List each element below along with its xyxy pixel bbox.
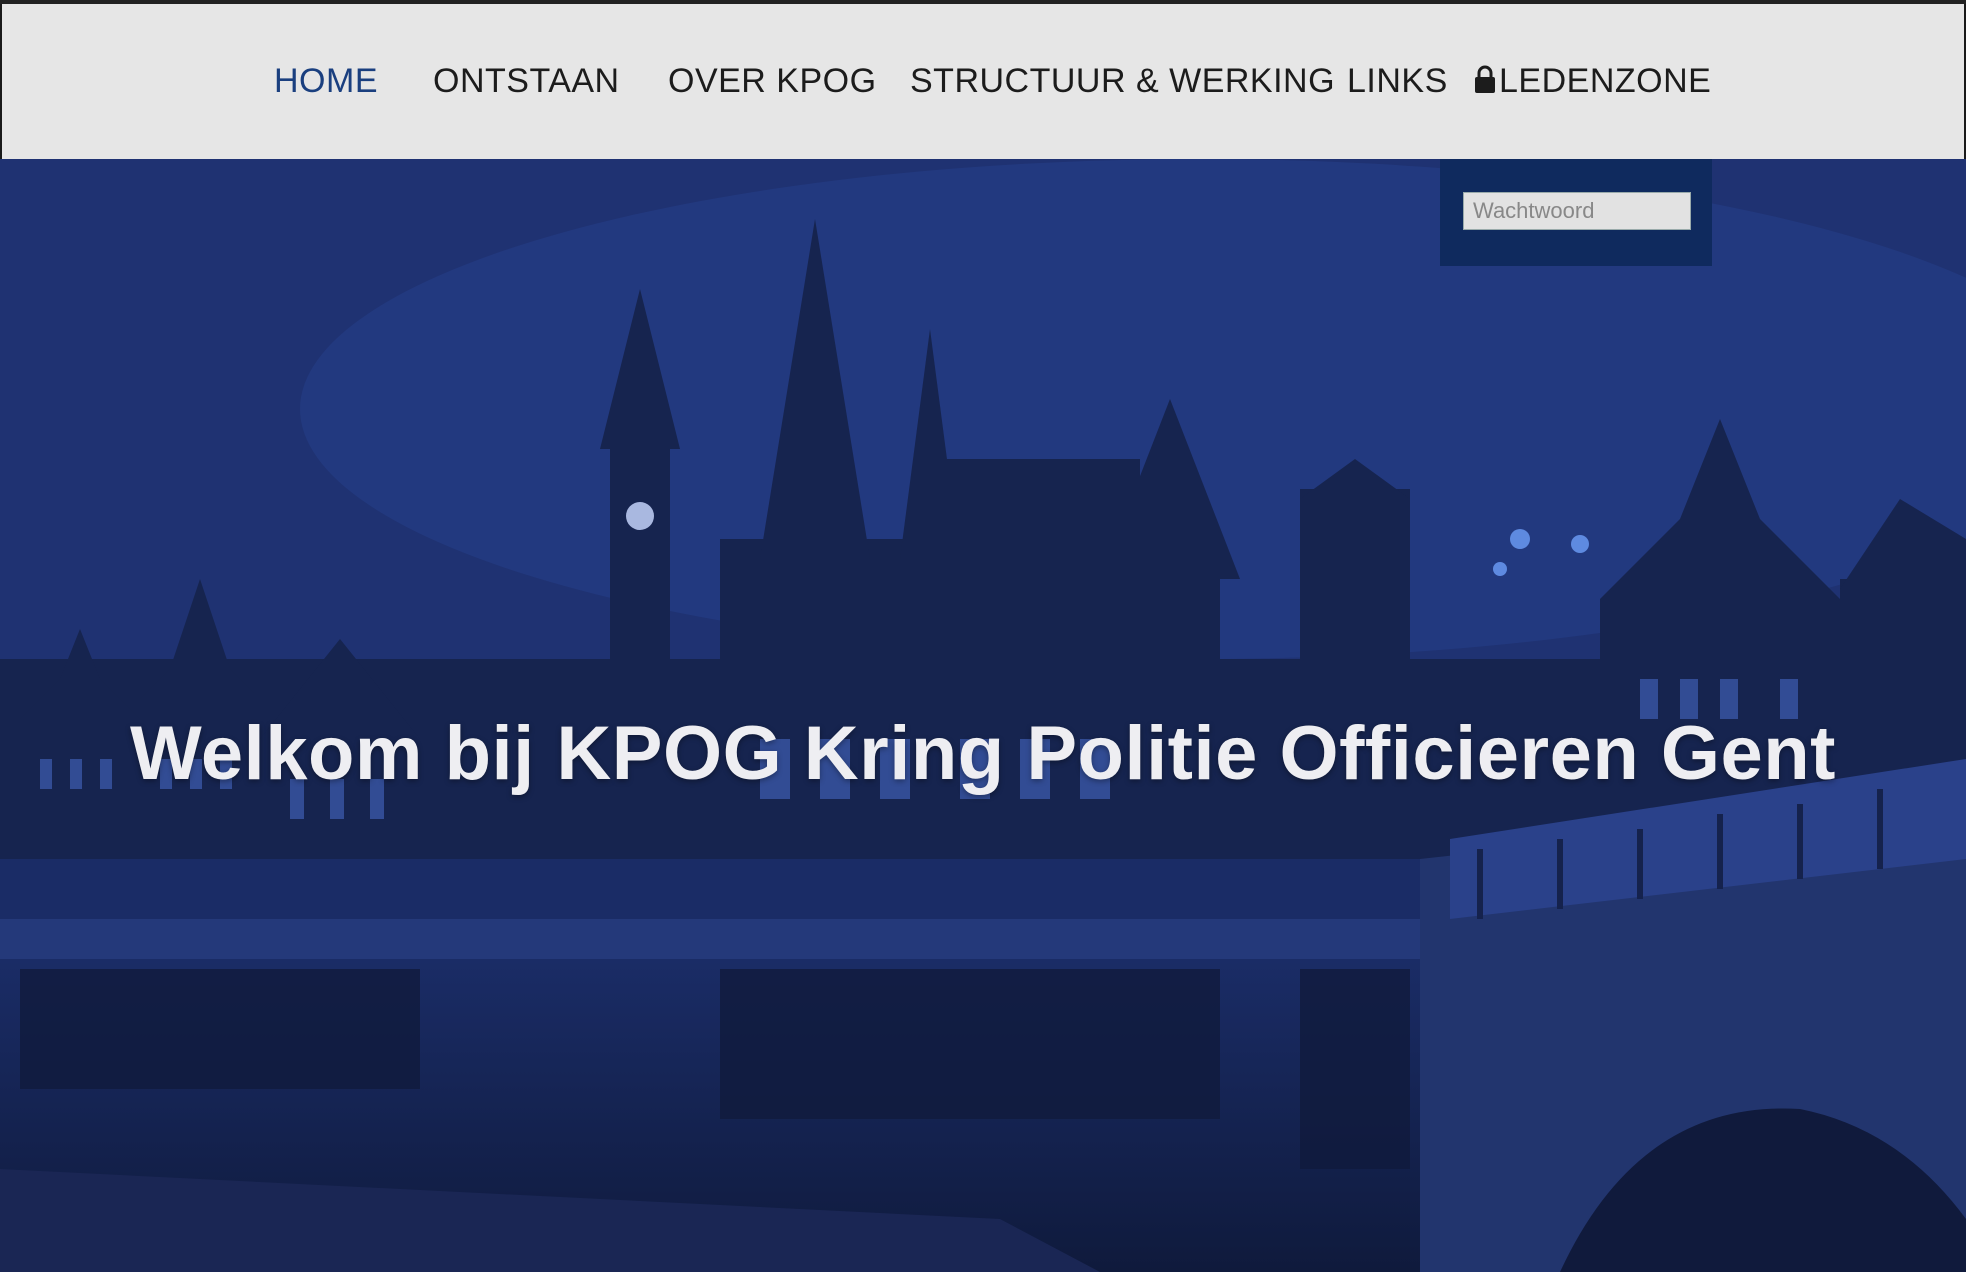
page: HOME ONTSTAAN OVER KPOG STRUCTUUR & WERK…	[0, 0, 1966, 1272]
nav-item-over-kpog[interactable]: OVER KPOG	[668, 62, 877, 101]
lock-icon	[1474, 64, 1496, 94]
nav-item-ledenzone-label: LEDENZONE	[1499, 62, 1712, 100]
nav-item-ontstaan[interactable]: ONTSTAAN	[433, 62, 620, 101]
nav-items: HOME ONTSTAAN OVER KPOG STRUCTUUR & WERK…	[2, 4, 1964, 159]
main-navigation: HOME ONTSTAAN OVER KPOG STRUCTUUR & WERK…	[2, 4, 1964, 159]
nav-item-links[interactable]: LINKS	[1347, 62, 1448, 101]
hero-banner: Welkom bij KPOG Kring Politie Officieren…	[0, 159, 1966, 1272]
hero-title: Welkom bij KPOG Kring Politie Officieren…	[129, 710, 1836, 796]
nav-item-structuur-werking[interactable]: STRUCTUUR & WERKING	[910, 62, 1335, 101]
login-panel	[1440, 159, 1712, 266]
password-input[interactable]	[1463, 192, 1691, 230]
nav-item-ledenzone[interactable]: LEDENZONE	[1474, 62, 1711, 101]
nav-item-home[interactable]: HOME	[274, 62, 378, 101]
